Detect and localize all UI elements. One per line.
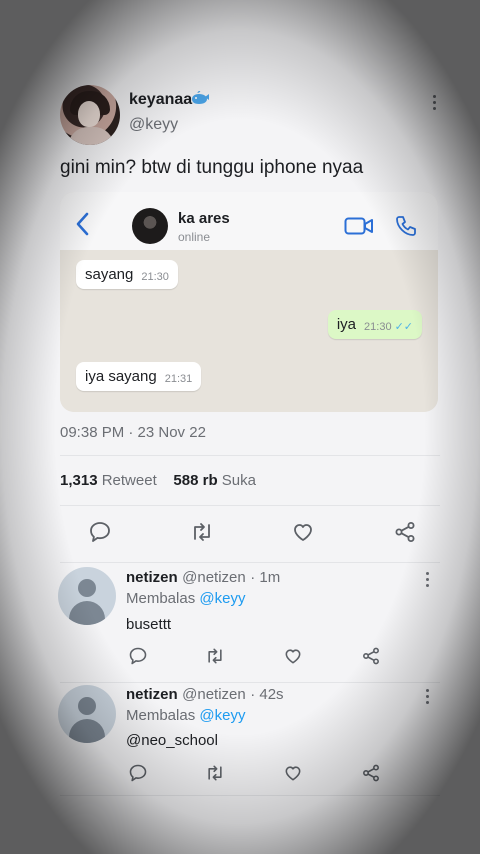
reply-author-name[interactable]: netizen (126, 686, 178, 703)
reply-age: · 42s (250, 686, 284, 703)
reply-author-handle[interactable]: @netizen (182, 569, 246, 586)
reply-text: busettt (126, 616, 172, 633)
share-icon[interactable] (358, 760, 384, 786)
divider (60, 682, 440, 683)
contact-avatar (132, 208, 168, 244)
more-options-icon[interactable] (421, 572, 433, 587)
share-icon[interactable] (392, 519, 418, 545)
reply-avatar[interactable] (58, 567, 116, 625)
message-time: 21:30 (364, 321, 392, 333)
tweet-stats: 1,313 Retweet 588 rb Suka (60, 472, 256, 489)
phone-call-icon (394, 214, 418, 243)
replying-label: Membalas (126, 590, 196, 607)
chat-bubble-incoming: sayang 21:30 (76, 260, 178, 289)
replying-label: Membalas (126, 707, 196, 724)
reply-mention-link[interactable]: @neo_school (126, 732, 218, 749)
like-heart-icon[interactable] (280, 643, 306, 669)
retweet-label[interactable]: Retweet (102, 472, 157, 489)
reply-age: · 1m (250, 569, 281, 586)
reply-icon[interactable] (125, 760, 151, 786)
author-display-name[interactable]: keyanaa (129, 91, 192, 109)
replying-to: Membalas @keyy (126, 707, 245, 724)
back-arrow-icon (74, 212, 92, 241)
divider (60, 795, 440, 796)
more-options-icon[interactable] (428, 95, 440, 110)
divider (60, 505, 440, 506)
chat-bubble-outgoing: iya 21:30 ✓✓ (327, 310, 422, 339)
chat-header: ka ares online (60, 192, 438, 250)
contact-name: ka ares (178, 210, 230, 227)
reply-icon[interactable] (125, 643, 151, 669)
author-avatar[interactable] (60, 85, 120, 145)
message-text: iya sayang (85, 368, 157, 385)
like-heart-icon[interactable] (280, 760, 306, 786)
whale-icon (190, 91, 210, 108)
divider (60, 562, 440, 563)
share-icon[interactable] (358, 643, 384, 669)
like-label[interactable]: Suka (222, 472, 256, 489)
reply-header: netizen @netizen · 1m (126, 569, 280, 587)
reply-avatar[interactable] (58, 685, 116, 743)
reply-author-name[interactable]: netizen (126, 569, 178, 586)
reply-author-handle[interactable]: @netizen (182, 686, 246, 703)
read-receipt-icon: ✓✓ (394, 321, 413, 333)
more-options-icon[interactable] (421, 689, 433, 704)
message-text: sayang (85, 266, 134, 283)
retweet-count[interactable]: 1,313 (60, 472, 98, 489)
like-heart-icon[interactable] (290, 519, 316, 545)
chat-body: sayang 21:30 iya 21:30 ✓✓ iya sayang 21:3… (60, 250, 438, 412)
retweet-icon[interactable] (189, 519, 215, 545)
replying-to-link[interactable]: @keyy (199, 590, 245, 607)
tweet-text: gini min? btw di tunggu iphone nyaa (60, 157, 364, 178)
replying-to: Membalas @keyy (126, 590, 245, 607)
replying-to-link[interactable]: @keyy (199, 707, 245, 724)
chat-bubble-incoming: iya sayang 21:31 (76, 362, 202, 391)
divider (60, 455, 440, 456)
reply-header: netizen @netizen · 42s (126, 686, 284, 704)
message-text: iya (336, 316, 357, 333)
retweet-icon[interactable] (202, 760, 228, 786)
retweet-icon[interactable] (202, 643, 228, 669)
video-call-icon (344, 216, 374, 241)
author-handle[interactable]: @keyy (129, 116, 178, 134)
like-count[interactable]: 588 rb (173, 472, 217, 489)
chat-screenshot-image[interactable]: ka ares online sayang 21:30 iya 21:30 ✓✓ … (60, 192, 438, 412)
contact-status: online (178, 230, 211, 244)
tweet-timestamp[interactable]: 09:38 PM · 23 Nov 22 (60, 424, 206, 441)
message-time: 21:30 (141, 271, 169, 283)
reply-icon[interactable] (87, 519, 113, 545)
message-time: 21:31 (164, 373, 193, 385)
